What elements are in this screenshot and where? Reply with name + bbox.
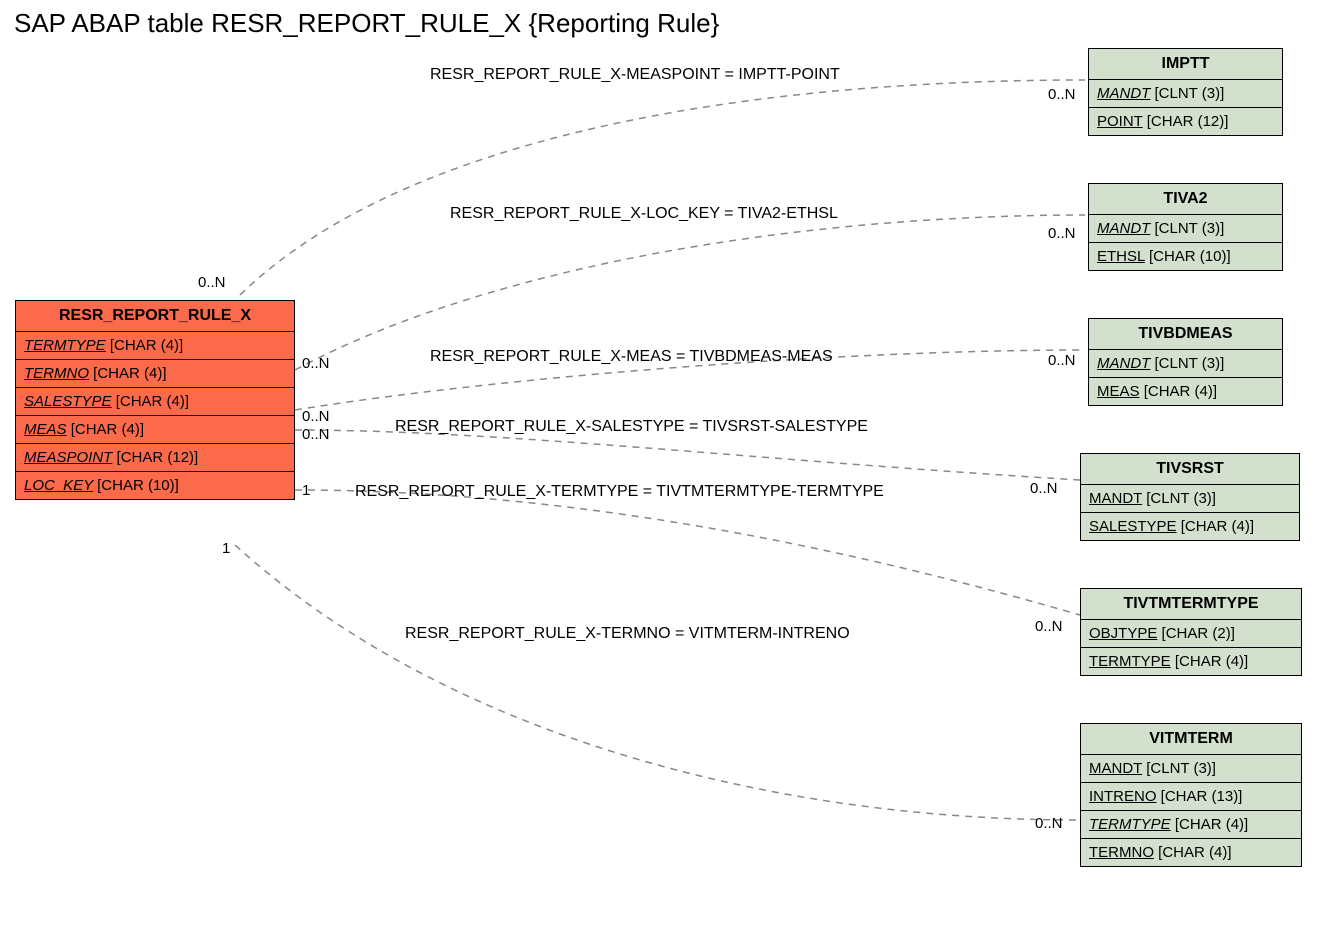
card-left-r5: 1 (302, 482, 310, 499)
main-table: RESR_REPORT_RULE_X TERMTYPE [CHAR (4)] T… (15, 300, 295, 500)
ref-table-vitmterm: VITMTERM MANDT [CLNT (3)] INTRENO [CHAR … (1080, 723, 1302, 867)
rel-label-5: RESR_REPORT_RULE_X-TERMTYPE = TIVTMTERMT… (355, 483, 884, 501)
rel-label-2: RESR_REPORT_RULE_X-LOC_KEY = TIVA2-ETHSL (450, 205, 838, 223)
ref-header-tiva2: TIVA2 (1089, 184, 1282, 215)
ref-header-vitmterm: VITMTERM (1081, 724, 1301, 755)
card-r5: 0..N (1035, 618, 1063, 635)
ref-header-imptt: IMPTT (1089, 49, 1282, 80)
main-field-0: TERMTYPE [CHAR (4)] (16, 332, 294, 360)
card-left-r4: 0..N (302, 426, 330, 443)
main-field-2: SALESTYPE [CHAR (4)] (16, 388, 294, 416)
page-title: SAP ABAP table RESR_REPORT_RULE_X {Repor… (14, 8, 719, 39)
ref-field: MANDT [CLNT (3)] (1089, 80, 1282, 108)
ref-field: MANDT [CLNT (3)] (1089, 350, 1282, 378)
ref-field: MANDT [CLNT (3)] (1081, 485, 1299, 513)
ref-header-tivbdmeas: TIVBDMEAS (1089, 319, 1282, 350)
ref-field: POINT [CHAR (12)] (1089, 108, 1282, 135)
main-field-4: MEASPOINT [CHAR (12)] (16, 444, 294, 472)
card-left-r6: 1 (222, 540, 230, 557)
ref-field: TERMTYPE [CHAR (4)] (1081, 648, 1301, 675)
card-left-top: 0..N (198, 274, 226, 291)
ref-field: SALESTYPE [CHAR (4)] (1081, 513, 1299, 540)
rel-label-4: RESR_REPORT_RULE_X-SALESTYPE = TIVSRST-S… (395, 418, 868, 436)
ref-table-tiva2: TIVA2 MANDT [CLNT (3)] ETHSL [CHAR (10)] (1088, 183, 1283, 271)
ref-field: OBJTYPE [CHAR (2)] (1081, 620, 1301, 648)
ref-field: MEAS [CHAR (4)] (1089, 378, 1282, 405)
card-r1: 0..N (1048, 86, 1076, 103)
ref-field: TERMNO [CHAR (4)] (1081, 839, 1301, 866)
ref-field: MANDT [CLNT (3)] (1089, 215, 1282, 243)
card-r6: 0..N (1035, 815, 1063, 832)
ref-field: MANDT [CLNT (3)] (1081, 755, 1301, 783)
ref-field: TERMTYPE [CHAR (4)] (1081, 811, 1301, 839)
ref-field: ETHSL [CHAR (10)] (1089, 243, 1282, 270)
ref-header-tivsrst: TIVSRST (1081, 454, 1299, 485)
ref-table-tivsrst: TIVSRST MANDT [CLNT (3)] SALESTYPE [CHAR… (1080, 453, 1300, 541)
ref-field: INTRENO [CHAR (13)] (1081, 783, 1301, 811)
card-r4: 0..N (1030, 480, 1058, 497)
card-left-r3: 0..N (302, 408, 330, 425)
ref-table-imptt: IMPTT MANDT [CLNT (3)] POINT [CHAR (12)] (1088, 48, 1283, 136)
rel-label-6: RESR_REPORT_RULE_X-TERMNO = VITMTERM-INT… (405, 625, 850, 643)
card-r2: 0..N (1048, 225, 1076, 242)
ref-header-tivtmtermtype: TIVTMTERMTYPE (1081, 589, 1301, 620)
main-table-header: RESR_REPORT_RULE_X (16, 301, 294, 332)
main-field-1: TERMNO [CHAR (4)] (16, 360, 294, 388)
ref-table-tivtmtermtype: TIVTMTERMTYPE OBJTYPE [CHAR (2)] TERMTYP… (1080, 588, 1302, 676)
ref-table-tivbdmeas: TIVBDMEAS MANDT [CLNT (3)] MEAS [CHAR (4… (1088, 318, 1283, 406)
rel-label-1: RESR_REPORT_RULE_X-MEASPOINT = IMPTT-POI… (430, 66, 840, 84)
main-field-5: LOC_KEY [CHAR (10)] (16, 472, 294, 499)
rel-label-3: RESR_REPORT_RULE_X-MEAS = TIVBDMEAS-MEAS (430, 348, 833, 366)
card-r3: 0..N (1048, 352, 1076, 369)
card-left-r2: 0..N (302, 355, 330, 372)
main-field-3: MEAS [CHAR (4)] (16, 416, 294, 444)
